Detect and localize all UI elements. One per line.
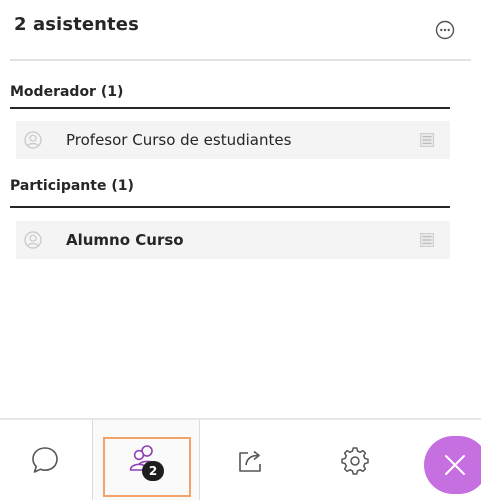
attendee-row-moderator[interactable]: Profesor Curso de estudiantes [16,121,450,159]
list-menu-icon[interactable] [420,133,434,147]
panel-title: 2 asistentes [14,14,139,35]
avatar-placeholder-icon [24,231,42,249]
avatar-placeholder-icon [24,131,42,149]
tab-chat[interactable] [0,420,92,500]
chat-bubble-icon [32,447,58,473]
section-title-participants: Participante (1) [10,178,134,194]
bottom-tab-bar: 2 [0,418,481,500]
tab-share-content[interactable] [200,420,300,500]
more-options-button[interactable] [435,20,455,40]
section-divider-moderators [10,107,450,109]
list-menu-icon[interactable] [420,233,434,247]
attendee-count-badge: 2 [142,461,164,481]
close-icon [445,455,465,475]
close-panel-button[interactable] [424,436,481,494]
ellipsis-circle-icon [435,20,455,40]
tab-attendees[interactable]: 2 [92,420,200,500]
share-content-icon [239,450,261,472]
attendees-panel: 2 asistentes Moderador (1) Profesor Curs… [0,0,481,500]
panel-header: 2 asistentes [0,0,481,61]
gear-icon [341,447,369,475]
attendee-name: Alumno Curso [66,231,184,249]
section-title-moderators: Moderador (1) [10,84,124,100]
section-divider-participants [10,206,450,208]
tab-settings[interactable] [300,420,410,500]
attendee-name: Profesor Curso de estudiantes [66,131,292,149]
attendee-row-participant[interactable]: Alumno Curso [16,221,450,259]
header-divider [10,59,471,61]
